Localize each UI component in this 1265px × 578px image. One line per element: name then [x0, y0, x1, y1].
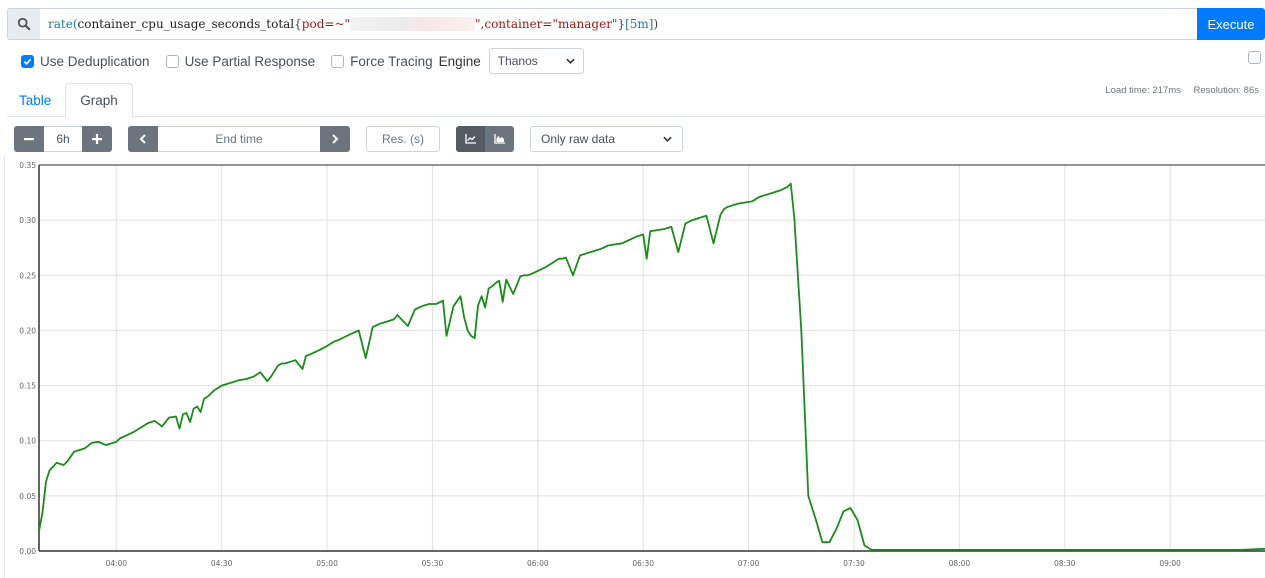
x-tick-label: 04:00	[105, 559, 127, 568]
chevron-right-icon	[332, 134, 339, 144]
tracing-option[interactable]: Force Tracing	[331, 54, 433, 69]
engine-select[interactable]: Thanos	[488, 48, 584, 74]
y-tick-label: 0.25	[19, 271, 36, 280]
redacted-value	[350, 17, 476, 31]
x-tick-label: 08:30	[1054, 559, 1076, 568]
partial-option[interactable]: Use Partial Response	[165, 53, 316, 69]
minus-icon	[24, 138, 34, 141]
panel-checkbox[interactable]	[1248, 51, 1261, 64]
plus-icon	[92, 134, 102, 144]
chevron-left-icon	[139, 134, 146, 144]
query-range: [5m]	[625, 17, 654, 31]
x-tick-label: 09:00	[1159, 559, 1181, 568]
query-status: Load time: 217ms Resolution: 86s	[1095, 85, 1259, 96]
partial-response-label: Use Partial Response	[184, 53, 316, 69]
x-tick-label: 08:00	[949, 559, 971, 568]
area-chart-icon	[493, 134, 505, 144]
unstacked-button[interactable]	[456, 126, 485, 152]
query-brace: {	[294, 17, 302, 31]
query-fn: rate(	[48, 17, 78, 31]
tab-graph[interactable]: Graph	[65, 83, 133, 118]
x-tick-label: 05:30	[422, 559, 444, 568]
query-bar: rate(container_cpu_usage_seconds_total{p…	[7, 8, 1265, 40]
downsampling-value: Only raw data	[541, 132, 616, 146]
y-tick-label: 0.00	[19, 547, 36, 556]
previous-time-button[interactable]	[128, 126, 158, 152]
dedup-option[interactable]: Use Deduplication	[21, 54, 150, 69]
increase-range-button[interactable]	[82, 126, 112, 152]
next-time-button[interactable]	[320, 126, 350, 152]
panel-tabs: Table Graph	[7, 83, 1265, 118]
end-time-input[interactable]: End time	[158, 126, 320, 152]
x-tick-label: 05:00	[316, 559, 338, 568]
load-time: Load time: 217ms	[1105, 85, 1181, 96]
engine-label: Engine	[438, 53, 481, 69]
expression-input[interactable]: rate(container_cpu_usage_seconds_total{p…	[40, 8, 1197, 40]
partial-response-checkbox[interactable]	[165, 54, 179, 68]
engine-value: Thanos	[497, 54, 538, 68]
decrease-range-button[interactable]	[14, 126, 44, 152]
y-tick-label: 0.10	[19, 437, 36, 446]
range-input[interactable]: 6h	[44, 126, 82, 152]
query-paren: )	[653, 17, 659, 31]
x-tick-label: 07:00	[738, 559, 760, 568]
y-tick-label: 0.20	[19, 326, 36, 335]
query-label-container: ,container="manager"	[480, 17, 618, 31]
end-time-control: End time	[128, 126, 350, 152]
x-tick-label: 04:30	[211, 559, 233, 568]
resolution: Resolution: 86s	[1193, 85, 1259, 96]
dedup-checkbox[interactable]	[21, 54, 34, 68]
downsampling-select[interactable]: Only raw data	[530, 126, 683, 152]
x-tick-label: 06:30	[632, 559, 654, 568]
graph-area: 0.00 0.05 0.10 0.15 0.20 0.25 0.30 0.35 04:00 04:…	[0, 155, 1265, 578]
tab-table[interactable]: Table	[7, 83, 63, 117]
series-line	[38, 182, 1265, 551]
resolution-input[interactable]: Res. (s)	[366, 126, 440, 152]
y-tick-label: 0.35	[19, 161, 36, 170]
query-brace: }	[617, 17, 626, 31]
force-tracing-checkbox[interactable]	[331, 54, 345, 68]
graph-controls: 6h End time Res. (s) Only raw data	[14, 126, 683, 152]
force-tracing-label: Force Tracing	[350, 53, 433, 69]
x-tick-label: 07:30	[843, 559, 865, 568]
line-chart[interactable]: 0.00 0.05 0.10 0.15 0.20 0.25 0.30 0.35 04:00 04:…	[0, 155, 1265, 578]
stacked-button[interactable]	[485, 126, 514, 152]
y-tick-label: 0.05	[19, 492, 36, 501]
chart-type-toggle	[456, 126, 514, 152]
query-options: Use Deduplication Use Partial Response F…	[21, 48, 584, 74]
chevron-down-icon	[566, 58, 575, 64]
search-icon	[7, 8, 40, 40]
y-tick-label: 0.30	[19, 216, 36, 225]
query-label-pod: pod=~"	[301, 17, 351, 31]
dedup-label: Use Deduplication	[40, 53, 150, 69]
query-metric: container_cpu_usage_seconds_total	[77, 17, 295, 31]
x-tick-label: 06:00	[527, 559, 549, 568]
execute-button[interactable]: Execute	[1197, 8, 1265, 40]
chevron-down-icon	[663, 136, 672, 142]
line-chart-icon	[464, 134, 476, 144]
y-tick-label: 0.15	[19, 382, 36, 391]
range-control: 6h	[14, 126, 112, 152]
